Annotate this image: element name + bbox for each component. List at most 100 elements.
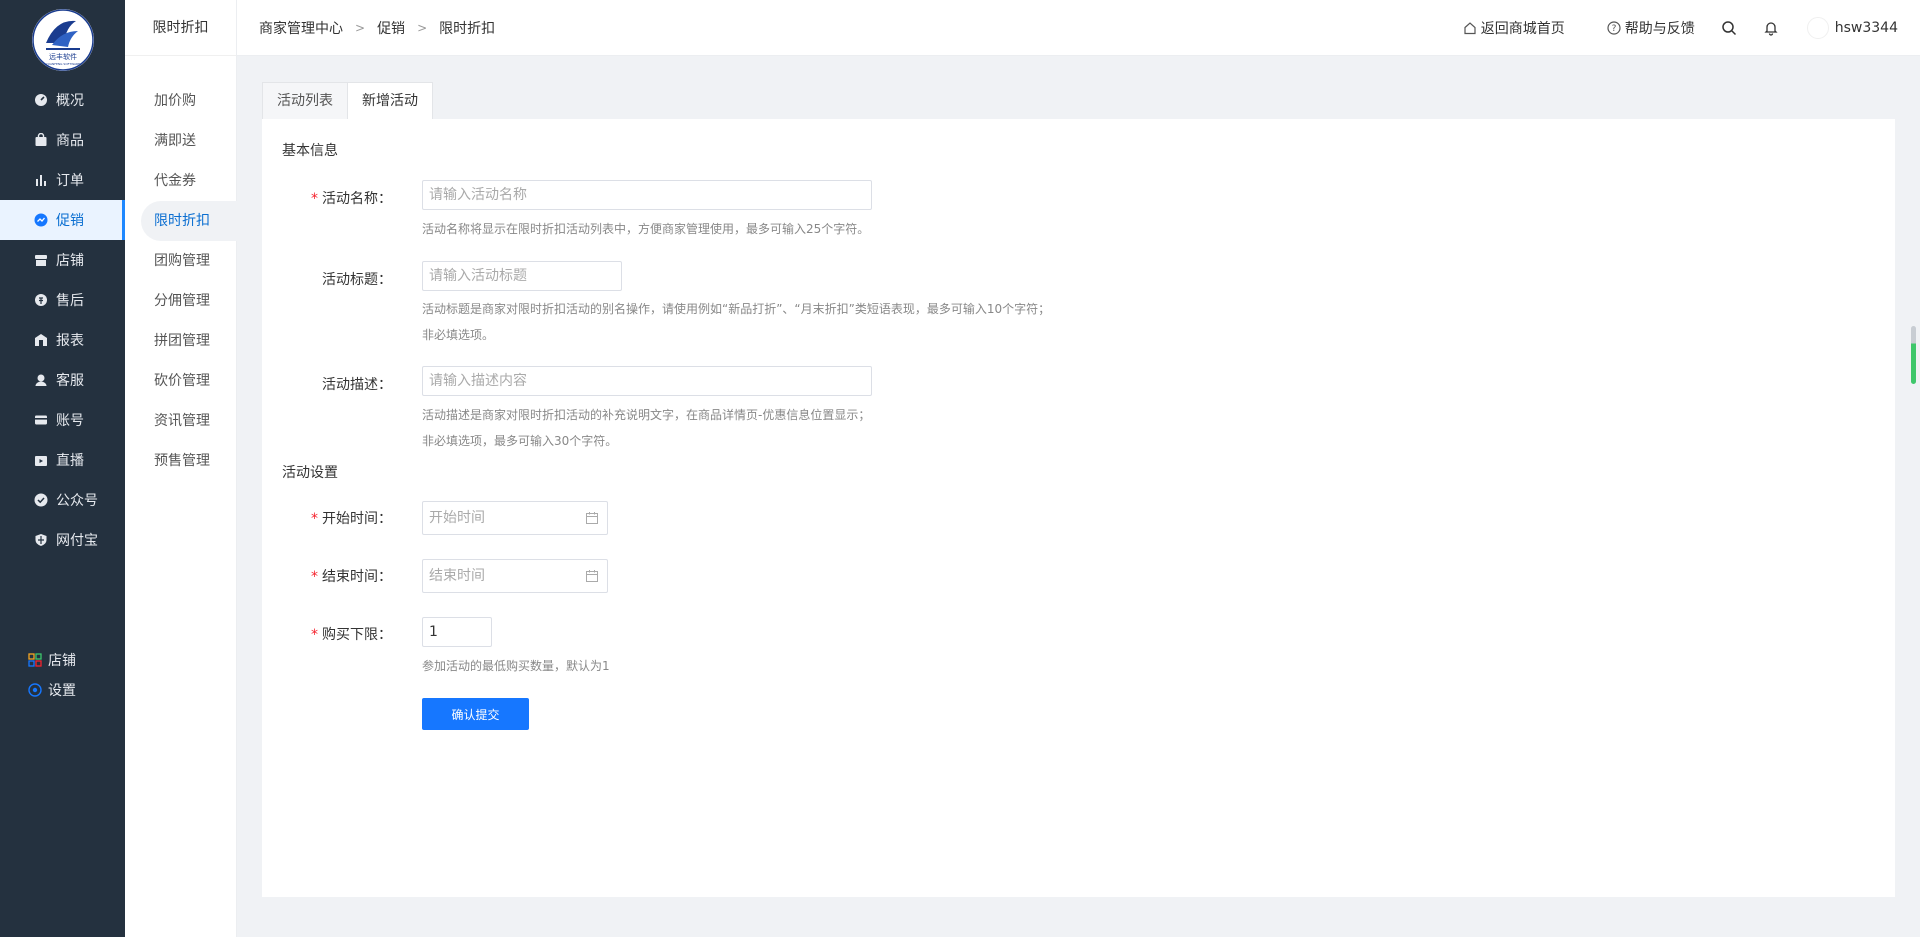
nav-item-goods[interactable]: 商品 bbox=[0, 120, 125, 160]
nav-item-promotion[interactable]: 促销 bbox=[0, 200, 125, 240]
logo-icon: 远丰软件 YUANFENG SOFTWARE bbox=[32, 9, 94, 71]
activity-desc-hint-optional: 非必填选项，最多可输入30个字符。 bbox=[422, 434, 618, 448]
nav-item-after-sale[interactable]: 售后 bbox=[0, 280, 125, 320]
min-purchase-label: * 购买下限： bbox=[262, 624, 392, 644]
breadcrumb-item-current: 限时折扣 bbox=[439, 21, 496, 37]
promo-icon bbox=[34, 213, 48, 227]
check-badge-icon bbox=[34, 493, 48, 507]
bar-chart-icon bbox=[34, 173, 48, 187]
min-purchase-hint: 参加活动的最低购买数量，默认为1 bbox=[422, 659, 610, 673]
bell-icon[interactable] bbox=[1763, 20, 1779, 36]
top-header: 商家管理中心 > 促销 > 限时折扣 返回商城首页 ? 帮助与反馈 hsw334… bbox=[237, 0, 1920, 56]
secondary-nav: 加价购 满即送 代金券 限时折扣 团购管理 分佣管理 拼团管理 砍价管理 资讯管… bbox=[125, 81, 237, 481]
username: hsw3344 bbox=[1834, 20, 1898, 36]
subnav-item-news[interactable]: 资讯管理 bbox=[141, 401, 237, 441]
user-menu[interactable]: hsw3344 bbox=[1806, 17, 1898, 39]
home-link-label: 返回商城首页 bbox=[1480, 21, 1565, 37]
end-time-label-text: 结束时间： bbox=[322, 569, 392, 585]
start-time-label: * 开始时间： bbox=[262, 508, 392, 528]
help-link-label: 帮助与反馈 bbox=[1624, 21, 1695, 37]
calendar-icon bbox=[585, 511, 599, 525]
search-icon[interactable] bbox=[1721, 20, 1737, 36]
section-title-settings: 活动设置 bbox=[282, 465, 338, 481]
nav-item-label: 直播 bbox=[56, 453, 84, 469]
activity-title-label: 活动标题： bbox=[322, 272, 392, 288]
nav-item-reports[interactable]: 报表 bbox=[0, 320, 125, 360]
start-time-picker[interactable] bbox=[422, 501, 608, 535]
bag-icon bbox=[34, 133, 48, 147]
activity-desc-hint: 活动描述是商家对限时折扣活动的补充说明文字，在商品详情页-优惠信息位置显示； bbox=[422, 408, 871, 422]
brand-logo[interactable]: 远丰软件 YUANFENG SOFTWARE bbox=[32, 9, 94, 71]
nav-item-overview[interactable]: 概况 bbox=[0, 80, 125, 120]
live-icon bbox=[34, 453, 48, 467]
tab-activity-list[interactable]: 活动列表 bbox=[262, 82, 348, 120]
subnav-item-bargain[interactable]: 砍价管理 bbox=[141, 361, 237, 401]
subnav-item-gift[interactable]: 满即送 bbox=[141, 121, 237, 161]
nav-item-customer-service[interactable]: 客服 bbox=[0, 360, 125, 400]
subnav-item-team-buy[interactable]: 拼团管理 bbox=[141, 321, 237, 361]
report-icon bbox=[34, 333, 48, 347]
required-mark: * bbox=[311, 511, 318, 527]
card-icon bbox=[34, 413, 48, 427]
nav-item-orders[interactable]: 订单 bbox=[0, 160, 125, 200]
min-purchase-input[interactable] bbox=[422, 617, 492, 647]
breadcrumb-item[interactable]: 商家管理中心 bbox=[259, 18, 343, 38]
customer-service-icon bbox=[34, 373, 48, 387]
activity-name-label: * 活动名称： bbox=[262, 188, 392, 208]
dashboard-icon bbox=[34, 93, 48, 107]
subnav-item-presale[interactable]: 预售管理 bbox=[141, 441, 237, 481]
header-actions: 返回商城首页 ? 帮助与反馈 hsw3344 bbox=[1421, 0, 1898, 56]
nav-item-account[interactable]: 账号 bbox=[0, 400, 125, 440]
activity-name-input[interactable] bbox=[422, 180, 872, 210]
nav-item-label: 促销 bbox=[56, 213, 84, 229]
end-time-picker[interactable] bbox=[422, 559, 608, 593]
activity-title-hint-optional: 非必填选项。 bbox=[422, 328, 495, 342]
activity-title-input[interactable] bbox=[422, 261, 622, 291]
subnav-item-markup-purchase[interactable]: 加价购 bbox=[141, 81, 237, 121]
start-time-input[interactable] bbox=[423, 502, 573, 534]
primary-nav: 概况 商品 订单 促销 店铺 售后 报表 客服 账号 直播 公众号 网付宝 bbox=[0, 80, 125, 560]
footer-item-label: 设置 bbox=[48, 683, 76, 699]
scrollbar-indicator[interactable] bbox=[1911, 326, 1916, 384]
nav-item-store[interactable]: 店铺 bbox=[0, 240, 125, 280]
footer-item-settings[interactable]: 设置 bbox=[28, 675, 76, 705]
settings-icon bbox=[28, 683, 42, 697]
subnav-item-voucher[interactable]: 代金券 bbox=[141, 161, 237, 201]
nav-item-label: 账号 bbox=[56, 413, 84, 429]
end-time-input[interactable] bbox=[423, 560, 573, 592]
activity-name-label-text: 活动名称： bbox=[322, 191, 392, 207]
home-link[interactable]: 返回商城首页 bbox=[1463, 18, 1565, 38]
subnav-item-commission[interactable]: 分佣管理 bbox=[141, 281, 237, 321]
help-link[interactable]: ? 帮助与反馈 bbox=[1607, 18, 1695, 38]
calendar-icon bbox=[585, 569, 599, 583]
nav-item-pay[interactable]: 网付宝 bbox=[0, 520, 125, 560]
nav-item-label: 网付宝 bbox=[56, 533, 98, 549]
logo-text: 远丰软件 bbox=[49, 52, 77, 61]
nav-item-label: 订单 bbox=[56, 173, 84, 189]
nav-item-official-account[interactable]: 公众号 bbox=[0, 480, 125, 520]
tab-new-activity[interactable]: 新增活动 bbox=[347, 82, 433, 120]
nav-item-label: 售后 bbox=[56, 293, 84, 309]
breadcrumb: 商家管理中心 > 促销 > 限时折扣 bbox=[259, 0, 495, 56]
home-icon bbox=[1463, 21, 1477, 35]
footer-item-label: 店铺 bbox=[48, 653, 76, 669]
nav-item-label: 概况 bbox=[56, 93, 84, 109]
svg-text:?: ? bbox=[1611, 24, 1616, 34]
nav-item-label: 客服 bbox=[56, 373, 84, 389]
activity-desc-input[interactable] bbox=[422, 366, 872, 396]
submit-button[interactable]: 确认提交 bbox=[422, 698, 529, 730]
chevron-right-icon: > bbox=[355, 21, 366, 35]
footer-item-store[interactable]: 店铺 bbox=[28, 645, 76, 675]
required-mark: * bbox=[311, 191, 318, 207]
form-card: 基本信息 *活动名称： 活动名称将显示在限时折扣活动列表中，方便商家管理使用，最… bbox=[262, 119, 1895, 897]
subnav-item-flash-discount[interactable]: 限时折扣 bbox=[141, 201, 237, 241]
subnav-item-group-buy[interactable]: 团购管理 bbox=[141, 241, 237, 281]
nav-item-label: 店铺 bbox=[56, 253, 84, 269]
after-sale-icon bbox=[34, 293, 48, 307]
activity-title-hint: 活动标题是商家对限时折扣活动的别名操作，请使用例如“新品打折”、“月末折扣”类短… bbox=[422, 302, 1051, 316]
required-mark: * bbox=[311, 627, 318, 643]
breadcrumb-item[interactable]: 促销 bbox=[377, 18, 405, 38]
secondary-sidebar: 限时折扣 加价购 满即送 代金券 限时折扣 团购管理 分佣管理 拼团管理 砍价管… bbox=[125, 0, 237, 937]
nav-item-live[interactable]: 直播 bbox=[0, 440, 125, 480]
activity-desc-label: 活动描述： bbox=[322, 377, 392, 393]
